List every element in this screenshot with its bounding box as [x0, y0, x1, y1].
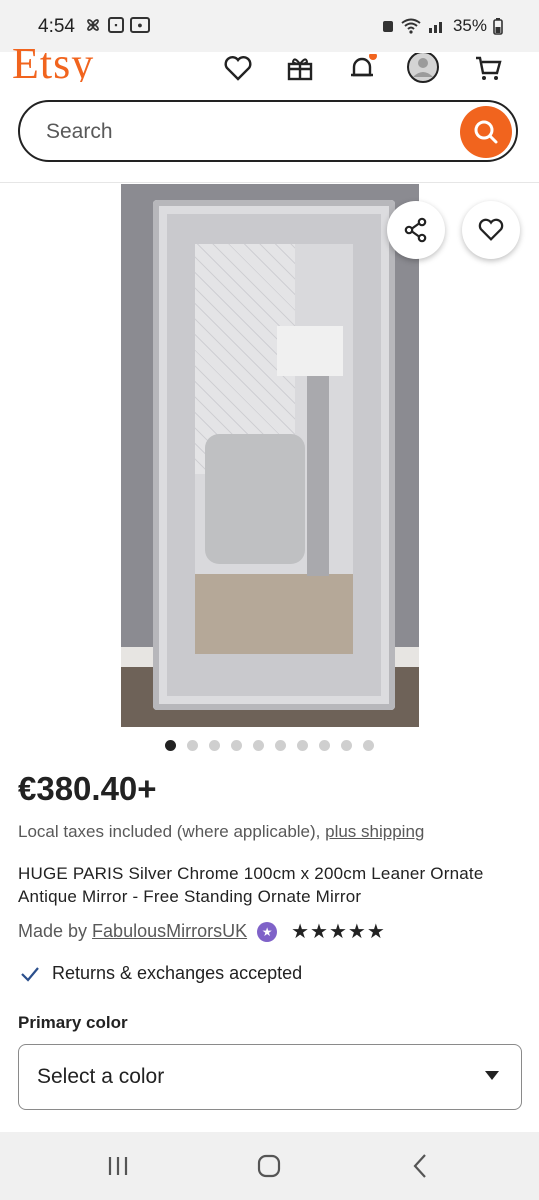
carousel-dot[interactable]: [363, 740, 374, 751]
search-button[interactable]: [460, 106, 512, 158]
returns-text: Returns & exchanges accepted: [52, 963, 303, 983]
product-title: HUGE PARIS Silver Chrome 100cm x 200cm L…: [18, 864, 484, 906]
notifications-button[interactable]: [344, 52, 380, 84]
carousel-dot[interactable]: [319, 740, 330, 751]
home-button[interactable]: [239, 1150, 299, 1182]
share-button[interactable]: [387, 201, 445, 259]
back-icon: [413, 1154, 426, 1178]
account-button[interactable]: [405, 52, 441, 84]
carousel-dot[interactable]: [297, 740, 308, 751]
search-bar[interactable]: Search: [18, 100, 518, 162]
recents-icon: [108, 1157, 128, 1175]
signal-icon: [428, 22, 442, 33]
carousel-dot[interactable]: [341, 740, 352, 751]
star-seller-badge-icon: ★: [257, 921, 278, 942]
battery-icon: [493, 18, 503, 35]
alarm-icon: [382, 21, 393, 32]
taxes-info: Local taxes included (where applicable),…: [18, 822, 424, 842]
back-button[interactable]: [390, 1150, 450, 1182]
reflection-lamp-shade: [277, 326, 343, 376]
favorite-item-button[interactable]: [462, 201, 520, 259]
cart-icon: [476, 56, 502, 80]
search-icon: [474, 120, 498, 144]
taxes-text: Local taxes included (where applicable),: [18, 822, 326, 841]
carousel-dot[interactable]: [187, 740, 198, 751]
carousel-dot[interactable]: [209, 740, 220, 751]
made-by-prefix: Made by: [18, 921, 93, 941]
notification-square-icon: ▪: [108, 17, 124, 33]
status-bar: 4:54 ▪ ● 35%: [0, 0, 539, 52]
reflection-lamp-stand: [307, 376, 329, 576]
account-icon: [407, 53, 439, 83]
notifications-icon: [351, 54, 377, 77]
recents-button[interactable]: [88, 1150, 148, 1182]
mirror-glass: [195, 244, 353, 654]
carousel-dot[interactable]: [231, 740, 242, 751]
wifi-icon: [401, 18, 421, 34]
image-carousel-dots[interactable]: [0, 740, 539, 751]
status-time: 4:54: [38, 16, 75, 37]
chevron-down-icon: [485, 1071, 499, 1080]
shop-link[interactable]: FabulousMirrorsUK: [92, 921, 247, 941]
carousel-dot[interactable]: [165, 740, 176, 751]
shipping-link[interactable]: plus shipping: [325, 822, 424, 841]
gift-icon: [287, 58, 313, 81]
status-right: 35%: [381, 16, 503, 36]
primary-color-value: Select a color: [37, 1065, 165, 1088]
product-image[interactable]: [121, 184, 419, 727]
battery-percent: 35%: [452, 16, 487, 35]
favorites-icon: [224, 56, 252, 81]
returns-info: Returns & exchanges accepted: [20, 963, 302, 984]
carousel-dot[interactable]: [253, 740, 264, 751]
primary-color-select[interactable]: Select a color: [18, 1044, 522, 1110]
rating-stars[interactable]: ★★★★★: [291, 919, 386, 944]
price: €380.40+: [18, 770, 157, 807]
system-navigation-bar: [0, 1132, 539, 1200]
heart-icon: [478, 218, 504, 241]
cart-button[interactable]: [470, 52, 506, 84]
reflection-floor: [195, 574, 353, 654]
favorites-button[interactable]: [220, 52, 256, 84]
primary-color-label: Primary color: [18, 1013, 128, 1032]
notification-app-icon: ●: [130, 17, 150, 33]
gifts-button[interactable]: [282, 52, 318, 84]
search-input[interactable]: Search: [46, 120, 113, 144]
status-notification-icons: ▪ ●: [84, 16, 150, 34]
app-header: Etsy Search: [0, 46, 539, 183]
etsy-logo[interactable]: Etsy: [12, 46, 94, 82]
made-by-label: Made by FabulousMirrorsUK: [18, 921, 247, 942]
carousel-dot[interactable]: [275, 740, 286, 751]
seller-info: Made by FabulousMirrorsUK ★ ★★★★★: [18, 919, 386, 944]
checkmark-icon: [21, 966, 39, 982]
mirror-frame: [153, 200, 395, 710]
reflection-chair: [205, 434, 305, 564]
home-icon: [257, 1154, 281, 1178]
share-icon: [404, 217, 427, 243]
fan-icon: [87, 19, 99, 31]
